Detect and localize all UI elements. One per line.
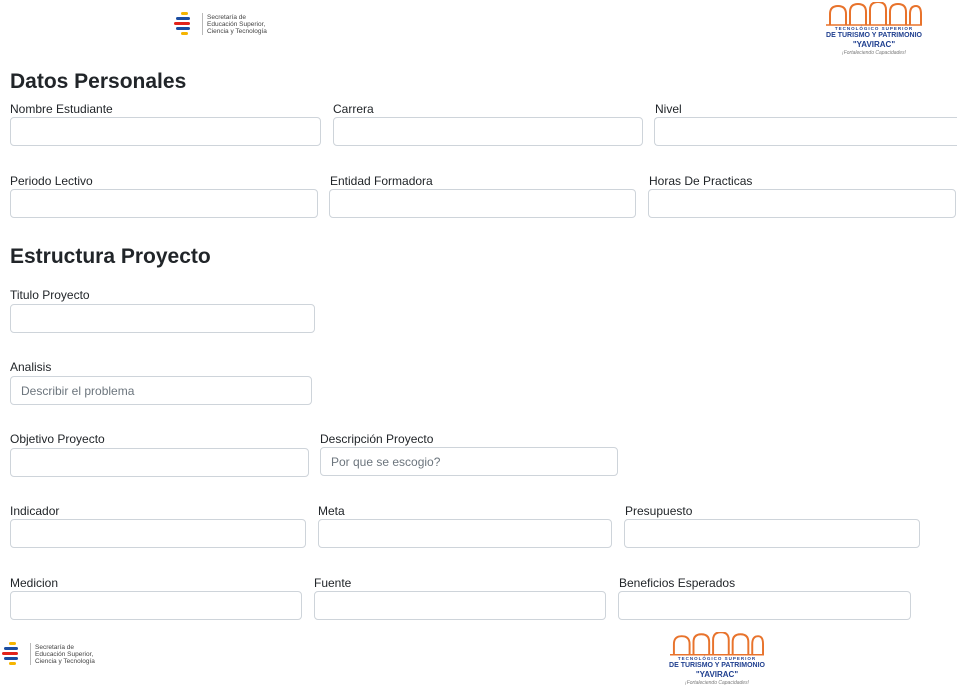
nivel-input[interactable] <box>654 117 957 146</box>
beneficios-esperados-label: Beneficios Esperados <box>619 576 736 590</box>
descripcion-proyecto-input[interactable] <box>320 447 618 476</box>
fuente-label: Fuente <box>314 576 352 590</box>
presupuesto-label: Presupuesto <box>625 504 693 518</box>
titulo-proyecto-input[interactable] <box>10 304 315 333</box>
institute-name: "YAVIRAC" <box>852 40 896 49</box>
institute-name: "YAVIRAC" <box>695 670 739 679</box>
institute-logo: TECNOLÓGICO SUPERIOR DE TURISMO Y PATRIM… <box>820 2 928 57</box>
ministry-name-line: Educación Superior, <box>35 650 94 658</box>
ministry-logo-icon <box>0 642 26 666</box>
ministry-logo: Secretaría de Educación Superior, Cienci… <box>0 642 95 666</box>
ministry-name-line: Secretaría de <box>207 13 247 21</box>
carrera-input[interactable] <box>333 117 643 146</box>
meta-label: Meta <box>318 504 345 518</box>
ministry-logo: Secretaría de Educación Superior, Cienci… <box>172 12 267 36</box>
institute-name: DE TURISMO Y PATRIMONIO <box>826 32 922 39</box>
section-title-estructura-proyecto: Estructura Proyecto <box>10 245 211 268</box>
meta-input[interactable] <box>318 519 612 548</box>
ministry-name-line: Ciencia y Tecnología <box>35 657 95 665</box>
fuente-input[interactable] <box>314 591 606 620</box>
institute-tagline: ¡Fortaleciendo Capacidades! <box>842 50 906 56</box>
beneficios-esperados-input[interactable] <box>618 591 911 620</box>
indicador-label: Indicador <box>10 504 60 518</box>
entidad-formadora-label: Entidad Formadora <box>330 174 433 188</box>
ministry-name-line: Educación Superior, <box>207 20 266 28</box>
titulo-proyecto-label: Titulo Proyecto <box>10 288 90 302</box>
objetivo-proyecto-input[interactable] <box>10 448 309 477</box>
entidad-formadora-input[interactable] <box>329 189 636 218</box>
analisis-label: Analisis <box>10 360 52 374</box>
indicador-input[interactable] <box>10 519 306 548</box>
objetivo-proyecto-label: Objetivo Proyecto <box>10 432 105 446</box>
ministry-logo-icon <box>172 12 198 36</box>
section-title-datos-personales: Datos Personales <box>10 70 187 93</box>
nombre-estudiante-input[interactable] <box>10 117 321 146</box>
analisis-input[interactable] <box>10 376 312 405</box>
horas-practicas-input[interactable] <box>648 189 956 218</box>
carrera-label: Carrera <box>333 102 374 116</box>
descripcion-proyecto-label: Descripción Proyecto <box>320 432 434 446</box>
institute-tagline: ¡Fortaleciendo Capacidades! <box>685 680 749 686</box>
nombre-estudiante-label: Nombre Estudiante <box>10 102 113 116</box>
ministry-name-line: Ciencia y Tecnología <box>207 27 267 35</box>
periodo-lectivo-input[interactable] <box>10 189 318 218</box>
arches-icon <box>826 2 922 26</box>
periodo-lectivo-label: Periodo Lectivo <box>10 174 93 188</box>
institute-name: DE TURISMO Y PATRIMONIO <box>669 662 765 669</box>
medicion-label: Medicion <box>10 576 59 590</box>
nivel-label: Nivel <box>655 102 682 116</box>
medicion-input[interactable] <box>10 591 302 620</box>
ministry-name-line: Secretaría de <box>35 643 75 651</box>
arches-icon <box>670 632 764 656</box>
horas-practicas-label: Horas De Practicas <box>649 174 753 188</box>
institute-logo: TECNOLÓGICO SUPERIOR DE TURISMO Y PATRIM… <box>664 632 770 687</box>
presupuesto-input[interactable] <box>624 519 920 548</box>
